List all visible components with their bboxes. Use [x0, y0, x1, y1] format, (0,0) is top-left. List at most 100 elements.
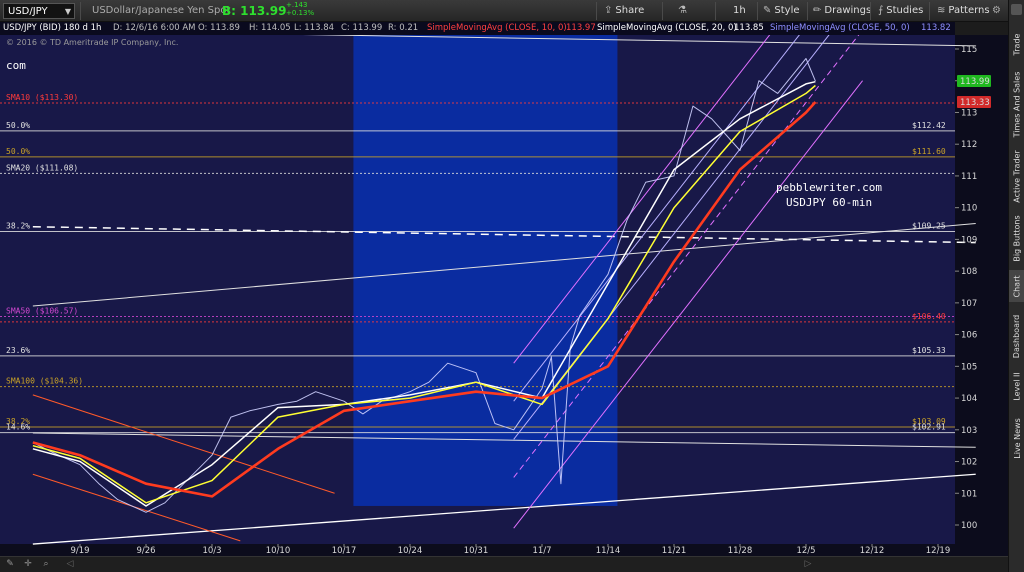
- tab-label: Active Trader: [1012, 149, 1022, 203]
- price-chart[interactable]: 100 101 102 103 104 105 106 107 108 109 110 111 112 1…: [0, 35, 1008, 556]
- y-tick-label: 105: [961, 362, 977, 372]
- legend-sma50-value: 113.82: [921, 23, 951, 33]
- level-label-left: SMA100 ($104.36): [6, 377, 83, 386]
- y-tick-label: 109: [961, 235, 977, 245]
- price-change: +.143 +0.13%: [286, 1, 314, 17]
- patterns-button[interactable]: ≋ Patterns: [937, 3, 990, 19]
- side-panel-tabs: Trade Times And Sales Active Trader Big But…: [1008, 0, 1024, 572]
- toolbar-divider: [596, 2, 597, 20]
- level-label-right: $105.33: [912, 346, 946, 355]
- y-tick-label: 100: [961, 521, 977, 531]
- chart-annotation: USDJPY 60-min: [786, 196, 872, 209]
- tab-times-and-sales[interactable]: Times And Sales: [1009, 66, 1024, 142]
- level-label-left: 23.6%: [6, 346, 30, 355]
- studies-icon: ⨍: [878, 5, 884, 16]
- share-button[interactable]: ⇪ Share: [604, 3, 644, 19]
- toolbar-divider: [929, 2, 930, 20]
- x-tick-label: 9/19: [70, 546, 89, 556]
- thinkorswim-chart-window: USD/JPY ▼ USDollar/Japanese Yen Spot B: …: [0, 0, 1024, 572]
- tab-big-buttons[interactable]: Big Buttons: [1009, 210, 1024, 266]
- legend-close: C: 113.99: [341, 23, 383, 33]
- studies-label: Studies: [886, 5, 924, 16]
- tab-active-trader[interactable]: Active Trader: [1009, 146, 1024, 206]
- zoom-icon[interactable]: ⌕: [40, 559, 52, 570]
- copyright-notice: © 2016 © TD Ameritrade IP Company, Inc.: [6, 38, 179, 47]
- toolbar-divider: [870, 2, 871, 20]
- tab-dashboard[interactable]: Dashboard: [1009, 306, 1024, 366]
- style-button[interactable]: ✎ Style: [763, 3, 800, 19]
- price-change-pct: +0.13%: [286, 9, 315, 17]
- x-tick-label: 11/21: [662, 546, 687, 556]
- toolbar-divider: [807, 2, 808, 20]
- legend-date: D: 12/6/16 6:00 AM: [113, 23, 196, 33]
- tab-label: Dashboard: [1012, 314, 1022, 358]
- level-label-left: SMA20 ($111.08): [6, 163, 78, 172]
- tab-label: Times And Sales: [1012, 71, 1022, 137]
- toolbar-divider: [80, 2, 81, 20]
- last-price-label: B:: [222, 4, 236, 18]
- level-label-left: 50.0%: [6, 147, 30, 156]
- x-tick-label: 9/26: [136, 546, 155, 556]
- style-icon: ✎: [763, 5, 772, 16]
- flask-button[interactable]: ⚗: [678, 3, 690, 19]
- y-tick-label: 106: [961, 331, 977, 341]
- crosshair-icon[interactable]: ✛: [22, 559, 34, 570]
- level-label-left: 14.6%: [6, 423, 30, 432]
- studies-button[interactable]: ⨍ Studies: [878, 3, 923, 19]
- share-label: Share: [615, 5, 645, 16]
- toolbar-divider: [715, 2, 716, 20]
- drawings-label: Drawings: [824, 5, 872, 16]
- y-tick-label: 113: [961, 108, 977, 118]
- interval-button[interactable]: 1h: [733, 3, 746, 19]
- scroll-left-icon[interactable]: ◁: [64, 559, 76, 570]
- highlight-region: [353, 35, 618, 506]
- y-tick-label: 111: [961, 172, 977, 182]
- level-label-left: SMA10 ($113.30): [6, 93, 78, 102]
- legend-sma20[interactable]: SimpleMovingAvg (CLOSE, 20, 0): [597, 22, 737, 35]
- tab-label: Trade: [1012, 33, 1022, 55]
- legend-range: R: 0.21: [388, 23, 419, 33]
- level-label-right: $109.25: [912, 221, 946, 230]
- x-tick-label: 12/5: [796, 546, 815, 556]
- price-tag-label: 113.99: [960, 77, 990, 87]
- toolbar-divider: [757, 2, 758, 20]
- tab-label: Big Buttons: [1012, 214, 1022, 262]
- legend-sma10[interactable]: SimpleMovingAvg (CLOSE, 10, 0): [427, 22, 567, 35]
- tab-level-ii[interactable]: Level II: [1009, 370, 1024, 402]
- legend-symbol: USD/JPY (BID) 180 d 1h: [3, 23, 102, 33]
- style-label: Style: [774, 5, 800, 16]
- x-tick-label: 11/14: [596, 546, 621, 556]
- price-tag-label: 113.33: [960, 98, 990, 108]
- x-tick-label: 10/17: [332, 546, 357, 556]
- y-tick-label: 112: [961, 140, 977, 150]
- x-tick-label: 10/31: [464, 546, 489, 556]
- x-tick-label: 11/28: [728, 546, 753, 556]
- gear-icon: ⚙: [992, 5, 1001, 16]
- settings-button[interactable]: ⚙: [992, 3, 1001, 19]
- flask-icon: ⚗: [678, 5, 687, 16]
- y-tick-label: 104: [961, 394, 977, 404]
- x-tick-label: 12/12: [860, 546, 885, 556]
- symbol-selector[interactable]: USD/JPY ▼: [3, 3, 75, 19]
- drawings-icon: ✏: [813, 5, 822, 16]
- symbol-description: USDollar/Japanese Yen Spot: [92, 5, 231, 16]
- drawing-tool-icon[interactable]: ✎: [4, 559, 16, 570]
- scroll-right-icon[interactable]: ▷: [802, 559, 814, 570]
- drawings-button[interactable]: ✏ Drawings: [813, 3, 871, 19]
- study-legend: USD/JPY (BID) 180 d 1h D: 12/6/16 6:00 A…: [0, 22, 955, 35]
- level-label-right: $112.42: [912, 121, 946, 130]
- x-tick-label: 11/7: [532, 546, 551, 556]
- legend-sma20-value: 113.85: [734, 23, 764, 33]
- tab-live-news[interactable]: Live News: [1009, 406, 1024, 470]
- chart-toolbar: USD/JPY ▼ USDollar/Japanese Yen Spot B: …: [0, 0, 1008, 22]
- toolbar-divider: [662, 2, 663, 20]
- tab-label: Level II: [1012, 371, 1022, 401]
- tab-chart[interactable]: Chart: [1009, 270, 1024, 302]
- legend-sma50[interactable]: SimpleMovingAvg (CLOSE, 50, 0): [770, 22, 910, 35]
- y-tick-label: 115: [961, 45, 977, 55]
- tab-trade[interactable]: Trade: [1009, 26, 1024, 62]
- last-price: B: 113.99: [222, 3, 286, 19]
- y-tick-label: 110: [961, 204, 977, 214]
- tab-label: Live News: [1012, 417, 1022, 459]
- panel-collapse-icon[interactable]: [1011, 4, 1022, 15]
